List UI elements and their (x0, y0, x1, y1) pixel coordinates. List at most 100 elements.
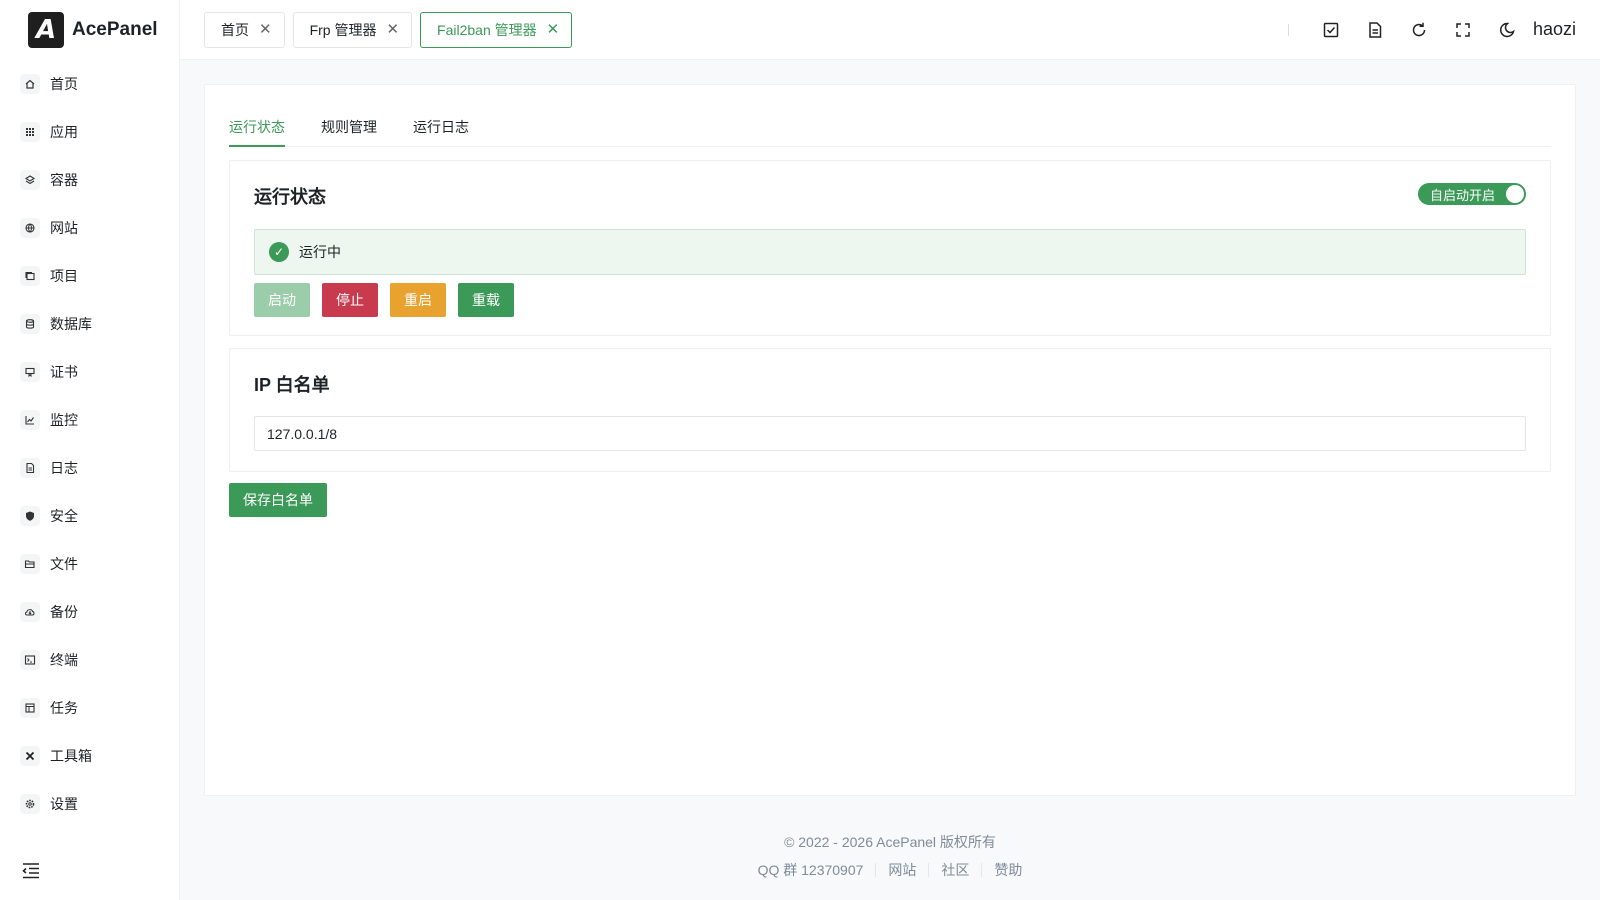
fullscreen-icon[interactable] (1441, 12, 1485, 48)
sidebar-item-home[interactable]: 首页 (0, 60, 179, 108)
autostart-toggle[interactable]: 自启动开启 (1418, 183, 1526, 205)
sidebar-item-label: 终端 (50, 652, 78, 668)
restart-button[interactable]: 重启 (390, 283, 446, 317)
sidebar-item-toolbox[interactable]: 工具箱 (0, 732, 179, 780)
sidebar-item-label: 网站 (50, 220, 78, 236)
sidebar-item-certificates[interactable]: 证书 (0, 348, 179, 396)
document-icon[interactable] (1353, 12, 1397, 48)
sidebar-item-label: 首页 (50, 76, 78, 92)
tab-home[interactable]: 首页 ✕ (204, 11, 285, 48)
tools-icon (20, 746, 40, 766)
tab-frp[interactable]: Frp 管理器 ✕ (292, 11, 413, 48)
globe-icon (20, 218, 40, 238)
panel-title: IP 白名单 (254, 375, 330, 395)
sidebar-item-tasks[interactable]: 任务 (0, 684, 179, 732)
sidebar-item-projects[interactable]: 项目 (0, 252, 179, 300)
task-icon (20, 698, 40, 718)
page-tabs: 首页 ✕ Frp 管理器 ✕ Fail2ban 管理器 ✕ (180, 11, 573, 48)
brand-name: AcePanel (72, 19, 158, 40)
sidebar-item-backup[interactable]: 备份 (0, 588, 179, 636)
sidebar-item-label: 任务 (50, 700, 78, 716)
sidebar-item-label: 监控 (50, 412, 78, 428)
sidebar-item-label: 证书 (50, 364, 78, 380)
sidebar-item-terminal[interactable]: 终端 (0, 636, 179, 684)
close-icon[interactable]: ✕ (259, 22, 272, 37)
sidebar-item-label: 文件 (50, 556, 78, 572)
tab-label: 首页 (221, 21, 249, 38)
tab-run-logs[interactable]: 运行日志 (413, 105, 469, 147)
shield-icon (20, 506, 40, 526)
footer-link-sponsor[interactable]: 赞助 (982, 860, 1034, 880)
sidebar-nav: 首页 应用 容器 网站 项目 数据库 证书 监控 日志 安全 文件 备份 终端 … (0, 60, 179, 828)
sidebar-item-label: 应用 (50, 124, 78, 140)
sidebar-item-label: 安全 (50, 508, 78, 524)
service-buttons: 启动 停止 重启 重载 (254, 283, 514, 317)
main-card: 运行状态 规则管理 运行日志 运行状态 自启动开启 ✓ 运行中 启动 停止 重启… (204, 84, 1576, 796)
toggle-label: 自启动开启 (1430, 187, 1496, 203)
username[interactable]: haozi (1533, 19, 1576, 40)
folder-stack-icon (20, 266, 40, 286)
gear-icon (20, 794, 40, 814)
collapse-sidebar-icon[interactable] (20, 860, 42, 882)
close-icon[interactable]: ✕ (547, 22, 560, 37)
divider (1287, 23, 1289, 36)
terminal-icon (20, 650, 40, 670)
moon-icon[interactable] (1485, 12, 1529, 48)
ip-whitelist-input[interactable] (254, 416, 1526, 451)
check-circle-icon: ✓ (269, 242, 289, 262)
footer-link-website[interactable]: 网站 (876, 860, 928, 880)
status-alert: ✓ 运行中 (254, 229, 1526, 275)
database-icon (20, 314, 40, 334)
sidebar-item-database[interactable]: 数据库 (0, 300, 179, 348)
cloud-icon (20, 602, 40, 622)
chart-icon (20, 410, 40, 430)
sidebar-item-label: 容器 (50, 172, 78, 188)
certificate-icon (20, 362, 40, 382)
sidebar-item-files[interactable]: 文件 (0, 540, 179, 588)
stop-button[interactable]: 停止 (322, 283, 378, 317)
whitelist-panel: IP 白名单 (229, 348, 1551, 472)
tab-label: Frp 管理器 (309, 21, 377, 38)
sidebar-item-websites[interactable]: 网站 (0, 204, 179, 252)
copyright: © 2022 - 2026 AcePanel 版权所有 (784, 834, 996, 850)
tab-rule-management[interactable]: 规则管理 (321, 105, 377, 147)
sidebar-item-label: 数据库 (50, 316, 92, 332)
footer-link-community[interactable]: 社区 (929, 860, 981, 880)
save-whitelist-button[interactable]: 保存白名单 (229, 483, 327, 517)
folder-open-icon (20, 554, 40, 574)
status-panel: 运行状态 自启动开启 ✓ 运行中 启动 停止 重启 重载 (229, 160, 1551, 336)
sidebar-item-apps[interactable]: 应用 (0, 108, 179, 156)
grid-icon (20, 122, 40, 142)
tab-label: Fail2ban 管理器 (437, 21, 537, 38)
home-icon (20, 74, 40, 94)
reload-button[interactable]: 重载 (458, 283, 514, 317)
footer-link-qq[interactable]: QQ 群 12370907 (746, 860, 876, 880)
footer: © 2022 - 2026 AcePanel 版权所有 QQ 群 1237090… (180, 832, 1600, 880)
sidebar-item-label: 备份 (50, 604, 78, 620)
checkbox-icon[interactable] (1309, 12, 1353, 48)
sidebar-item-label: 日志 (50, 460, 78, 476)
panel-title: 运行状态 (254, 187, 326, 207)
tab-run-status[interactable]: 运行状态 (229, 105, 285, 147)
tab-fail2ban[interactable]: Fail2ban 管理器 ✕ (420, 11, 573, 48)
toggle-knob (1506, 185, 1524, 203)
sidebar-item-settings[interactable]: 设置 (0, 780, 179, 828)
content-tabs: 运行状态 规则管理 运行日志 (229, 105, 1551, 147)
document-icon (20, 458, 40, 478)
status-text: 运行中 (299, 244, 341, 260)
sidebar-item-logs[interactable]: 日志 (0, 444, 179, 492)
brand-logo: A (28, 12, 64, 48)
top-header: 首页 ✕ Frp 管理器 ✕ Fail2ban 管理器 ✕ haozi (180, 0, 1600, 60)
close-icon[interactable]: ✕ (386, 22, 399, 37)
sidebar: A AcePanel 首页 应用 容器 网站 项目 数据库 证书 监控 日志 安… (0, 0, 180, 900)
start-button[interactable]: 启动 (254, 283, 310, 317)
sidebar-item-label: 项目 (50, 268, 78, 284)
brand[interactable]: A AcePanel (0, 0, 179, 60)
sidebar-item-containers[interactable]: 容器 (0, 156, 179, 204)
sidebar-item-label: 工具箱 (50, 748, 92, 764)
footer-links: QQ 群 12370907 网站 社区 赞助 (180, 860, 1600, 880)
layers-icon (20, 170, 40, 190)
refresh-icon[interactable] (1397, 12, 1441, 48)
sidebar-item-security[interactable]: 安全 (0, 492, 179, 540)
sidebar-item-monitor[interactable]: 监控 (0, 396, 179, 444)
